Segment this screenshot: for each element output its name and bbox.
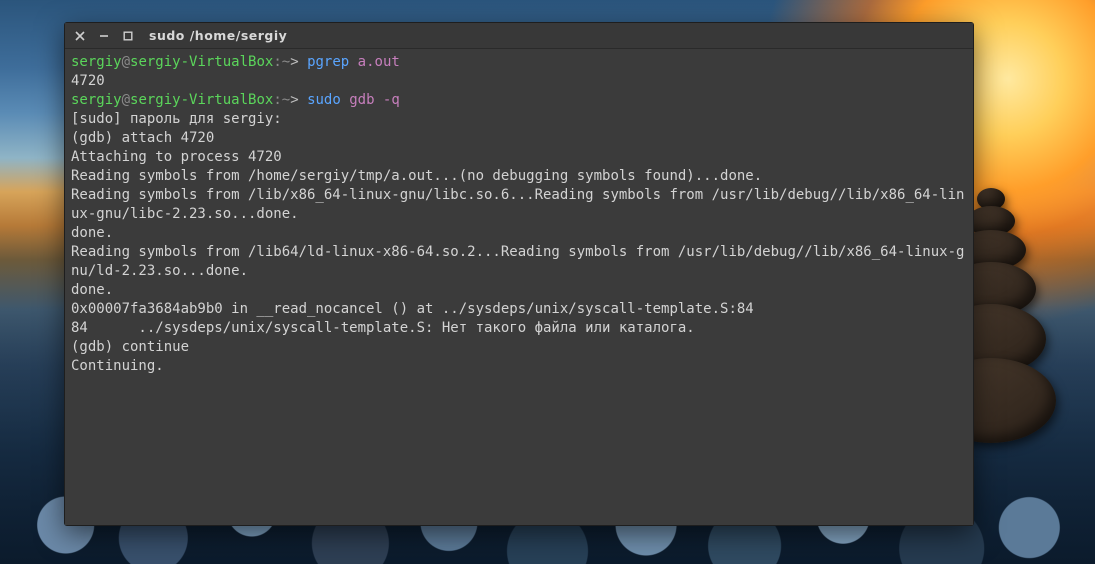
output-done2: done. (71, 282, 113, 298)
prompt-user: sergiy (71, 54, 122, 70)
desktop-wallpaper: sudo /home/sergiy sergiy@sergiy-VirtualB… (0, 0, 1095, 564)
prompt-at: @ (122, 54, 130, 70)
prompt-path: ~ (282, 54, 290, 70)
terminal-output[interactable]: sergiy@sergiy-VirtualBox:~> pgrep a.out … (65, 49, 973, 525)
output-gdb-attach: (gdb) attach 4720 (71, 130, 214, 146)
output-read2: Reading symbols from /lib/x86_64-linux-g… (71, 187, 964, 222)
window-title: sudo /home/sergiy (149, 28, 287, 43)
cmd-pgrep: pgrep (307, 54, 349, 70)
prompt-host: sergiy-VirtualBox (130, 54, 273, 70)
output-done1: done. (71, 225, 113, 241)
terminal-window: sudo /home/sergiy sergiy@sergiy-VirtualB… (64, 22, 974, 526)
prompt-line-1: sergiy@sergiy-VirtualBox:~> pgrep a.out (71, 54, 400, 70)
close-icon (75, 31, 85, 41)
output-pid: 4720 (71, 73, 105, 89)
arg-gdb: gdb -q (349, 92, 400, 108)
window-minimize-button[interactable] (97, 29, 111, 43)
window-close-button[interactable] (73, 29, 87, 43)
minimize-icon (99, 31, 109, 41)
window-maximize-button[interactable] (121, 29, 135, 43)
arg-aout: a.out (358, 54, 400, 70)
output-break: 0x00007fa3684ab9b0 in __read_nocancel ()… (71, 301, 754, 317)
output-continuing: Continuing. (71, 358, 164, 374)
prompt-line-2: sergiy@sergiy-VirtualBox:~> sudo gdb -q (71, 92, 400, 108)
output-sudo-pw: [sudo] пароль для sergiy: (71, 111, 282, 127)
output-read3: Reading symbols from /lib64/ld-linux-x86… (71, 244, 964, 279)
output-read1: Reading symbols from /home/sergiy/tmp/a.… (71, 168, 762, 184)
prompt-arrow: > (290, 54, 298, 70)
maximize-icon (123, 31, 133, 41)
cmd-sudo: sudo (307, 92, 341, 108)
output-attaching: Attaching to process 4720 (71, 149, 282, 165)
window-titlebar[interactable]: sudo /home/sergiy (65, 23, 973, 49)
output-err: 84 ../sysdeps/unix/syscall-template.S: Н… (71, 320, 695, 336)
output-gdb-continue: (gdb) continue (71, 339, 189, 355)
